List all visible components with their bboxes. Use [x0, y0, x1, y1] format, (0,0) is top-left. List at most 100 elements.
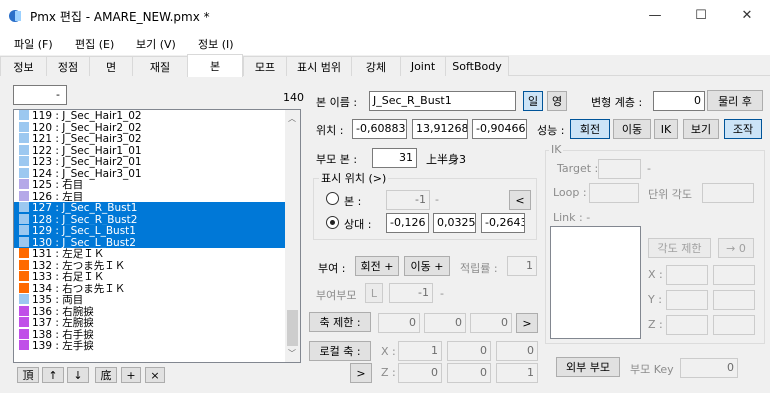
grant-rate-input[interactable]: 1	[507, 256, 537, 276]
local-z1-input[interactable]: 0	[398, 363, 442, 383]
lang-en-button[interactable]: 영	[547, 91, 567, 111]
display-prev-button[interactable]: <	[509, 190, 531, 210]
ik-z-max-input[interactable]	[713, 315, 755, 335]
outer-parent-button[interactable]: 외부 부모	[556, 357, 620, 377]
list-item[interactable]: 133 : 右足ＩＫ	[14, 271, 300, 283]
tab-face[interactable]: 면	[89, 56, 133, 76]
position-x-input[interactable]: -0,60883	[352, 119, 407, 139]
perf-move-button[interactable]: 이동	[613, 119, 651, 139]
grant-move-button[interactable]: 이동 +	[404, 256, 450, 276]
scroll-up-icon[interactable]: ︿	[288, 113, 296, 124]
tab-morph[interactable]: 모프	[243, 56, 287, 76]
maximize-button[interactable]: ☐	[678, 0, 724, 31]
list-item[interactable]: 136 : 右腕捩	[14, 305, 300, 317]
tab-joint[interactable]: Joint	[400, 56, 446, 76]
local-z3-input[interactable]: 1	[496, 363, 538, 383]
list-scrollbar[interactable]: ︿ ﹀	[285, 110, 300, 362]
menu-view[interactable]: 보기 (V)	[136, 36, 176, 52]
ik-x-max-input[interactable]	[713, 265, 755, 285]
list-item[interactable]: 137 : 左腕捩	[14, 317, 300, 329]
local-x2-input[interactable]: 0	[447, 341, 491, 361]
move-down-button[interactable]: ↓	[67, 367, 89, 383]
position-y-input[interactable]: 13,91268	[412, 119, 468, 139]
local-x1-input[interactable]: 1	[398, 341, 442, 361]
local-z2-input[interactable]: 0	[447, 363, 491, 383]
list-item[interactable]: 130 : J_Sec_L_Bust2	[14, 236, 300, 248]
bone-list[interactable]: 119 : J_Sec_Hair1_02 120 : J_Sec_Hair2_02…	[13, 109, 301, 363]
radio-relative[interactable]	[326, 216, 339, 229]
tab-info[interactable]: 정보	[0, 56, 47, 76]
grant-rotate-button[interactable]: 회전 +	[355, 256, 399, 276]
parent-key-input[interactable]: 0	[680, 358, 738, 378]
scroll-down-icon[interactable]: ﹀	[288, 348, 296, 359]
perf-ik-button[interactable]: IK	[654, 119, 678, 139]
perf-rotate-button[interactable]: 회전	[570, 119, 610, 139]
axis-apply-button[interactable]: >	[516, 313, 538, 333]
ik-y-min-input[interactable]	[666, 290, 708, 310]
local-axis-button[interactable]: 로컬 축 :	[309, 341, 371, 361]
tab-material[interactable]: 재질	[132, 56, 188, 76]
list-item[interactable]: 125 : 右目	[14, 179, 300, 191]
menu-file[interactable]: 파일 (F)	[14, 36, 53, 52]
menu-info[interactable]: 정보 (I)	[198, 36, 234, 52]
list-item[interactable]: 139 : 左手捩	[14, 340, 300, 352]
ik-link-list[interactable]	[550, 226, 641, 339]
ik-target-input[interactable]	[598, 159, 641, 179]
grant-parent-button[interactable]: L	[365, 283, 383, 303]
list-item[interactable]: 119 : J_Sec_Hair1_02	[14, 110, 300, 122]
relative-y-input[interactable]: 0,0325	[433, 213, 476, 233]
menu-edit[interactable]: 편집 (E)	[75, 36, 114, 52]
list-item[interactable]: 126 : 左目	[14, 190, 300, 202]
relative-x-input[interactable]: -0,126	[386, 213, 429, 233]
axis-limit-button[interactable]: 축 제한 :	[309, 312, 371, 332]
tab-softbody[interactable]: SoftBody	[445, 56, 509, 76]
list-item[interactable]: 138 : 右手捩	[14, 328, 300, 340]
local-axis-apply-button[interactable]: >	[350, 363, 372, 383]
axis-y-input[interactable]: 0	[424, 313, 466, 333]
position-z-input[interactable]: -0,90466	[472, 119, 527, 139]
parent-bone-input[interactable]: 31	[372, 148, 417, 168]
move-top-button[interactable]: 頂	[17, 367, 39, 383]
ik-x-min-input[interactable]	[666, 265, 708, 285]
lang-jp-button[interactable]: 일	[523, 91, 543, 111]
list-item[interactable]: 132 : 左つま先ＩＫ	[14, 259, 300, 271]
ik-angle-limit-button[interactable]: 각도 제한	[648, 238, 711, 258]
list-item[interactable]: 120 : J_Sec_Hair2_02	[14, 121, 300, 133]
list-item[interactable]: 127 : J_Sec_R_Bust1	[14, 202, 300, 214]
ik-to-zero-button[interactable]: → 0	[718, 238, 754, 258]
local-x3-input[interactable]: 0	[496, 341, 538, 361]
add-bone-button[interactable]: +	[121, 367, 141, 383]
list-item[interactable]: 131 : 左足ＩＫ	[14, 248, 300, 260]
tab-vertex[interactable]: 정점	[46, 56, 90, 76]
tab-bone[interactable]: 본	[187, 54, 243, 77]
filter-input[interactable]: -	[13, 85, 67, 105]
axis-z-input[interactable]: 0	[470, 313, 512, 333]
tab-display-frame[interactable]: 표시 범위	[286, 56, 352, 76]
relative-z-input[interactable]: -0,2643	[481, 213, 525, 233]
list-item[interactable]: 122 : J_Sec_Hair1_01	[14, 144, 300, 156]
list-item[interactable]: 134 : 右つま先ＩＫ	[14, 282, 300, 294]
minimize-button[interactable]: —	[632, 0, 678, 31]
move-up-button[interactable]: ↑	[42, 367, 64, 383]
perf-control-button[interactable]: 조작	[724, 119, 762, 139]
perf-visible-button[interactable]: 보기	[683, 119, 719, 139]
scroll-thumb[interactable]	[287, 310, 298, 346]
delete-bone-button[interactable]: ×	[145, 367, 165, 383]
ik-unit-angle-input[interactable]	[702, 183, 754, 203]
display-bone-input[interactable]: -1	[386, 190, 430, 210]
ik-z-min-input[interactable]	[666, 315, 708, 335]
radio-bone[interactable]	[326, 192, 339, 205]
move-bottom-button[interactable]: 底	[95, 367, 117, 383]
list-item[interactable]: 135 : 両目	[14, 294, 300, 306]
tab-rigid-body[interactable]: 강체	[351, 56, 401, 76]
ik-y-max-input[interactable]	[713, 290, 755, 310]
list-item[interactable]: 128 : J_Sec_R_Bust2	[14, 213, 300, 225]
close-button[interactable]: ✕	[724, 0, 770, 31]
grant-parent-input[interactable]: -1	[389, 283, 433, 303]
list-item[interactable]: 123 : J_Sec_Hair2_01	[14, 156, 300, 168]
axis-x-input[interactable]: 0	[378, 313, 420, 333]
ik-loop-input[interactable]	[589, 183, 639, 203]
list-item[interactable]: 121 : J_Sec_Hair3_02	[14, 133, 300, 145]
list-item[interactable]: 129 : J_Sec_L_Bust1	[14, 225, 300, 237]
deform-layer-input[interactable]: 0	[653, 91, 705, 111]
